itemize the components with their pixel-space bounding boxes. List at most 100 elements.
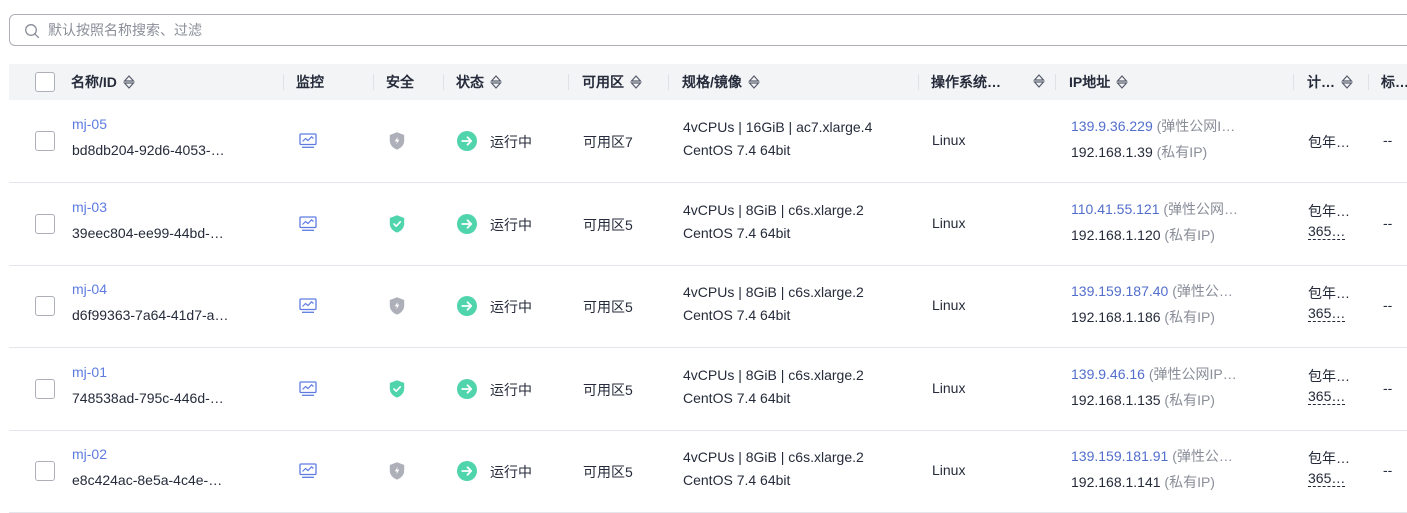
billing-duration[interactable]: 365… bbox=[1308, 223, 1346, 240]
status-text: 运行中 bbox=[490, 464, 532, 480]
sort-icon[interactable] bbox=[1116, 74, 1129, 90]
server-name-link[interactable]: mj-05 bbox=[72, 116, 107, 132]
row-checkbox[interactable] bbox=[35, 213, 55, 234]
sort-icon[interactable] bbox=[123, 74, 135, 90]
eip-link[interactable]: 139.9.46.16 bbox=[1071, 366, 1145, 382]
column-header-name[interactable]: 名称/ID bbox=[71, 64, 135, 100]
billing-type: 包年… bbox=[1308, 134, 1350, 150]
eip-row: 139.9.46.16 (弹性公网IP… bbox=[1071, 364, 1237, 384]
column-header-ip[interactable]: IP地址 bbox=[1069, 64, 1129, 100]
private-ip-label: (私有IP) bbox=[1156, 144, 1208, 160]
tag-text: -- bbox=[1383, 132, 1393, 148]
spec-text: 4vCPUs | 16GiB | ac7.xlarge.4 bbox=[683, 119, 873, 135]
monitor-chart-icon[interactable] bbox=[299, 463, 317, 484]
column-header-billing[interactable]: 计… bbox=[1307, 64, 1353, 100]
column-header-zone[interactable]: 可用区 bbox=[582, 64, 642, 100]
zone-text: 可用区5 bbox=[583, 381, 633, 398]
billing-type: 包年… bbox=[1308, 202, 1350, 219]
image-text: CentOS 7.4 64bit bbox=[683, 389, 791, 406]
server-name-link[interactable]: mj-04 bbox=[72, 281, 107, 297]
search-box[interactable] bbox=[9, 14, 1407, 46]
private-ip-row: 192.168.1.141 (私有IP) bbox=[1071, 472, 1215, 492]
table-row: mj-04 d6f99363-7a64-41d7-a… 运行中 可用区5 4vCPUs … bbox=[9, 265, 1407, 348]
eip-link[interactable]: 139.9.36.229 bbox=[1071, 118, 1153, 134]
column-header-status[interactable]: 状态 bbox=[456, 64, 502, 100]
column-header-label: IP地址 bbox=[1069, 74, 1111, 90]
private-ip-row: 192.168.1.135 (私有IP) bbox=[1071, 390, 1215, 410]
billing-type: 包年… bbox=[1308, 367, 1350, 384]
eip-link[interactable]: 139.159.187.40 bbox=[1071, 283, 1168, 299]
private-ip-row: 192.168.1.39 (私有IP) bbox=[1071, 142, 1207, 162]
monitor-chart-icon[interactable] bbox=[299, 380, 317, 402]
eip-row: 139.159.181.91 (弹性公… bbox=[1071, 446, 1233, 466]
column-header-tag: 标… bbox=[1381, 74, 1407, 90]
server-name-link[interactable]: mj-01 bbox=[72, 364, 107, 380]
spec-text: 4vCPUs | 8GiB | c6s.xlarge.2 bbox=[683, 366, 864, 383]
eip-row: 110.41.55.121 (弹性公网… bbox=[1071, 199, 1238, 219]
running-arrow-icon bbox=[457, 213, 477, 239]
billing-type: 包年… bbox=[1308, 450, 1350, 466]
server-id: e8c424ac-8e5a-4c4e-… bbox=[72, 472, 223, 488]
spec-text: 4vCPUs | 8GiB | c6s.xlarge.2 bbox=[683, 284, 864, 300]
search-input[interactable] bbox=[48, 15, 948, 45]
eip-link[interactable]: 110.41.55.121 bbox=[1071, 201, 1160, 217]
running-arrow-icon bbox=[457, 131, 477, 156]
shield-icon[interactable] bbox=[388, 379, 406, 404]
private-ip-row: 192.168.1.120 (私有IP) bbox=[1071, 225, 1215, 245]
server-id: bd8db204-92d6-4053-… bbox=[72, 142, 225, 158]
tag-text: -- bbox=[1383, 379, 1393, 396]
status-text: 运行中 bbox=[490, 216, 532, 233]
billing-duration[interactable]: 365… bbox=[1308, 305, 1346, 322]
row-checkbox[interactable] bbox=[35, 378, 55, 399]
row-checkbox[interactable] bbox=[35, 461, 55, 481]
server-name-link[interactable]: mj-02 bbox=[72, 446, 107, 462]
os-text: Linux bbox=[932, 297, 966, 313]
eip-row: 139.159.187.40 (弹性公… bbox=[1071, 281, 1233, 301]
server-id: d6f99363-7a64-41d7-a… bbox=[72, 307, 229, 323]
private-ip: 192.168.1.120 bbox=[1071, 226, 1161, 243]
os-text: Linux bbox=[932, 379, 966, 396]
sort-icon[interactable] bbox=[490, 74, 502, 90]
row-checkbox[interactable] bbox=[35, 296, 55, 316]
eip-link[interactable]: 139.159.181.91 bbox=[1071, 448, 1168, 464]
monitor-chart-icon[interactable] bbox=[299, 215, 317, 237]
private-ip: 192.168.1.135 bbox=[1071, 391, 1161, 408]
column-header-security: 安全 bbox=[386, 74, 414, 90]
row-checkbox[interactable] bbox=[35, 131, 55, 151]
column-header-label: 可用区 bbox=[582, 74, 624, 90]
shield-icon[interactable] bbox=[388, 461, 406, 486]
os-text: Linux bbox=[932, 462, 966, 478]
column-header-label: 名称/ID bbox=[71, 74, 117, 90]
private-ip-label: (私有IP) bbox=[1164, 309, 1215, 325]
shield-icon[interactable] bbox=[388, 214, 406, 239]
zone-text: 可用区7 bbox=[583, 134, 633, 150]
sort-icon[interactable] bbox=[748, 74, 760, 90]
shield-icon[interactable] bbox=[388, 131, 406, 156]
monitor-chart-icon[interactable] bbox=[299, 298, 317, 319]
image-text: CentOS 7.4 64bit bbox=[683, 307, 791, 323]
sort-icon[interactable] bbox=[630, 74, 642, 90]
sort-icon[interactable] bbox=[1341, 74, 1353, 90]
search-icon bbox=[25, 24, 40, 39]
image-text: CentOS 7.4 64bit bbox=[683, 224, 791, 241]
sort-icon[interactable] bbox=[1033, 73, 1045, 89]
select-all-checkbox[interactable] bbox=[35, 72, 55, 92]
eip-row: 139.9.36.229 (弹性公网I… bbox=[1071, 116, 1235, 136]
running-arrow-icon bbox=[457, 296, 477, 321]
server-name-link[interactable]: mj-03 bbox=[72, 199, 107, 215]
column-header-spec[interactable]: 规格/镜像 bbox=[682, 64, 760, 100]
billing-duration[interactable]: 365… bbox=[1308, 470, 1346, 487]
private-ip: 192.168.1.186 bbox=[1071, 309, 1161, 325]
spec-text: 4vCPUs | 8GiB | c6s.xlarge.2 bbox=[683, 449, 864, 465]
private-ip-label: (私有IP) bbox=[1164, 391, 1215, 408]
monitor-chart-icon[interactable] bbox=[299, 133, 317, 154]
column-header-label: 规格/镜像 bbox=[682, 74, 742, 90]
column-header-label: 计… bbox=[1307, 74, 1335, 90]
table-header: 名称/ID 监控 安全 状态 可用区 规格/镜像 操作系统… IP地址 计… 标… bbox=[9, 64, 1407, 100]
zone-text: 可用区5 bbox=[583, 464, 633, 480]
billing-duration[interactable]: 365… bbox=[1308, 388, 1346, 405]
private-ip-row: 192.168.1.186 (私有IP) bbox=[1071, 307, 1215, 327]
eip-label: (弹性公网I… bbox=[1156, 118, 1236, 134]
server-id: 39eec804-ee99-44bd-… bbox=[72, 224, 224, 241]
shield-icon[interactable] bbox=[388, 296, 406, 321]
